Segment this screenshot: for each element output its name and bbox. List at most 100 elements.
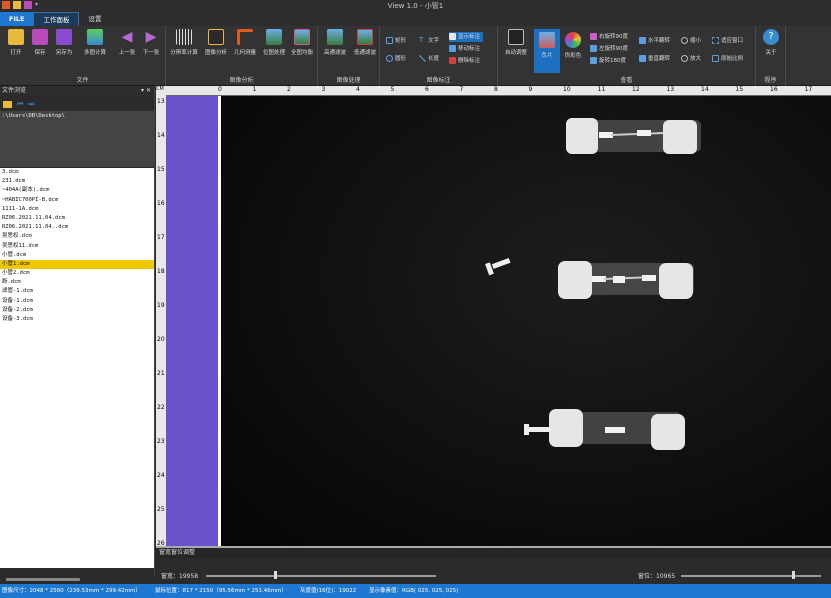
file-list-item[interactable]: 小管1.dcm xyxy=(0,259,154,270)
about-button[interactable]: ? 关于 xyxy=(758,29,784,56)
auto-adjust-button[interactable]: 自动调整 xyxy=(501,29,531,56)
top-ruler-tick: 16 xyxy=(770,86,778,93)
rotate-left-90-button[interactable]: 左旋转90度 xyxy=(590,44,628,54)
file-list-item[interactable]: 小管2.dcm xyxy=(0,269,154,278)
file-list-item[interactable]: 1111-1A.dcm xyxy=(0,205,154,214)
text-button[interactable]: T 文字 xyxy=(419,36,439,46)
flip-vertical-button[interactable]: 垂直翻转 xyxy=(639,54,670,64)
window-level-slider[interactable] xyxy=(681,575,821,577)
rectangle-button[interactable]: 矩形 xyxy=(386,36,406,46)
folder-icon xyxy=(8,29,24,45)
top-ruler-tick: 8 xyxy=(494,86,498,93)
flip-horizontal-button[interactable]: 水平翻转 xyxy=(639,36,670,46)
file-list-item[interactable]: 滤管-1.dcm xyxy=(0,287,154,296)
top-ruler-tick: 2 xyxy=(287,86,291,93)
top-ruler-tick: 15 xyxy=(735,86,744,93)
file-list-item[interactable]: ~HABIC700PI-B.dcm xyxy=(0,196,154,205)
flip-horizontal-icon xyxy=(639,37,646,44)
original-scale-button[interactable]: 原始比例 xyxy=(712,54,743,64)
panel-pin-close-icon[interactable]: ▾ ✕ xyxy=(141,86,151,96)
file-list-item[interactable]: 小管.dcm xyxy=(0,251,154,260)
left-ruler-tick: 22 xyxy=(157,404,165,411)
file-list-item[interactable]: 设备-3.dcm xyxy=(0,315,154,324)
image-viewer[interactable]: 13 14 15 16 17 18 19 20 21 22 23 24 25 26 CM 01234567… xyxy=(156,86,831,547)
window-level-knob[interactable] xyxy=(792,571,795,579)
window-level-panel: 窗宽窗位调整 窗宽：19958 窗位：10965 xyxy=(156,546,831,584)
circle-button[interactable]: 圆形 xyxy=(386,54,406,64)
pseudocolor-button[interactable]: 伪彩色 xyxy=(560,29,586,73)
multi-calc-button[interactable]: 多图计算 xyxy=(80,29,110,56)
top-ruler-tick: 5 xyxy=(390,86,395,93)
first-file-icon[interactable]: ⏮ xyxy=(17,100,23,109)
tab-settings[interactable]: 设置 xyxy=(79,12,110,26)
last-file-icon[interactable]: ⏭ xyxy=(28,100,34,109)
file-list-item[interactable]: 设备-2.dcm xyxy=(0,306,154,315)
xray-image[interactable] xyxy=(218,96,831,546)
highpass-icon xyxy=(327,29,343,45)
lowpass-filter-button[interactable]: 低通滤波 xyxy=(350,29,380,56)
file-browser-header: 文件浏览 ▾ ✕ xyxy=(0,86,154,96)
arrow-left-icon: ◀ xyxy=(121,29,133,45)
rotate-180-button[interactable]: 旋转180度 xyxy=(590,56,626,66)
top-ruler-tick: 9 xyxy=(528,86,533,93)
image-analysis-button[interactable]: 图像分析 xyxy=(202,29,230,56)
file-list-item[interactable]: RZ06.2021.11.04..dcm xyxy=(0,223,154,232)
status-mouse-position: 鼠标位置：817 * 2150（95.56mm * 251.46mm） xyxy=(155,588,287,594)
annotation-move-icon xyxy=(449,45,456,52)
rotate-right-90-button[interactable]: 右旋转90度 xyxy=(590,32,628,42)
analysis-group-label: 图像分析 xyxy=(229,77,254,84)
geometry-measure-button[interactable]: 几何测量 xyxy=(231,29,259,56)
fit-window-button[interactable]: 适应窗口 xyxy=(712,36,743,46)
negative-button[interactable]: 负片 xyxy=(534,29,560,73)
file-list-item[interactable]: 断.dcm xyxy=(0,278,154,287)
save-button[interactable]: 保存 xyxy=(27,29,53,56)
ruler-corner: CM xyxy=(156,86,166,96)
top-ruler-tick: 11 xyxy=(597,86,606,93)
rectangle-icon xyxy=(386,37,393,44)
file-list-item[interactable]: 3.dcm xyxy=(0,168,154,177)
open-button[interactable]: 打开 xyxy=(3,29,29,56)
highpass-filter-button[interactable]: 高通滤波 xyxy=(320,29,350,56)
save-as-button[interactable]: 另存为 xyxy=(51,29,77,56)
scrollbar-thumb[interactable] xyxy=(6,578,80,581)
status-gray-value: 灰度值(16位)：19022 xyxy=(300,588,357,594)
zoom-out-button[interactable]: 缩小 xyxy=(681,36,701,46)
file-list-item[interactable]: 吴思权11.dcm xyxy=(0,242,154,251)
file-list-item[interactable]: 设备-1.dcm xyxy=(0,297,154,306)
file-list-item[interactable]: 吴思权.dcm xyxy=(0,232,154,241)
equalize-button[interactable]: 全图均衡 xyxy=(288,29,316,56)
window-width-slider[interactable] xyxy=(206,575,436,577)
xray-image-canvas xyxy=(221,96,831,546)
window-width-knob[interactable] xyxy=(274,571,277,579)
file-browser-title: 文件浏览 xyxy=(2,87,27,94)
file-list-item[interactable]: RZ06.2021.11.04.dcm xyxy=(0,214,154,223)
left-ruler-tick: 25 xyxy=(157,506,165,513)
show-annotation-button[interactable]: 显示标注 xyxy=(449,32,484,42)
open-folder-icon[interactable] xyxy=(3,100,12,108)
zoom-in-button[interactable]: 放大 xyxy=(681,54,701,64)
left-ruler-tick: 21 xyxy=(157,370,165,377)
top-ruler-tick: 7 xyxy=(459,86,464,93)
file-list-scrollbar[interactable] xyxy=(0,575,155,584)
delete-annotation-button[interactable]: 删除标注 xyxy=(449,56,480,66)
bitmap-process-button[interactable]: 位图处理 xyxy=(260,29,288,56)
tab-file[interactable]: FILE xyxy=(0,12,34,26)
ribbon: 打开 保存 另存为 多图计算 ◀ 上一张 ▶ 下一张 文件 分辨率计算 图像分析 几… xyxy=(0,26,831,86)
current-path: :\Users\DB\Desktop\ xyxy=(0,111,154,167)
move-annotation-button[interactable]: 移动标注 xyxy=(449,44,480,54)
next-button[interactable]: ▶ 下一张 xyxy=(138,29,164,56)
length-button[interactable]: 长度 xyxy=(419,54,439,64)
file-list-item[interactable]: 231.dcm xyxy=(0,177,154,186)
file-list-item[interactable]: ~404A(副本).dcm xyxy=(0,186,154,195)
top-ruler-tick: 6 xyxy=(425,86,429,93)
negative-icon xyxy=(539,32,555,48)
left-ruler: 13 14 15 16 17 18 19 20 21 22 23 24 25 26 xyxy=(156,96,166,547)
file-group-label: 文件 xyxy=(76,77,89,84)
tab-workpanel[interactable]: 工作面板 xyxy=(33,12,80,26)
process-group: 高通滤波 低通滤波 图像处理 xyxy=(318,26,380,86)
window-level-title: 窗宽窗位调整 xyxy=(156,548,831,558)
ribbon-tabs: FILE 工作面板 设置 xyxy=(0,12,831,26)
file-group: 打开 保存 另存为 多图计算 ◀ 上一张 ▶ 下一张 文件 xyxy=(0,26,166,86)
resolution-calc-button[interactable]: 分辨率计算 xyxy=(168,29,200,56)
previous-button[interactable]: ◀ 上一张 xyxy=(114,29,140,56)
